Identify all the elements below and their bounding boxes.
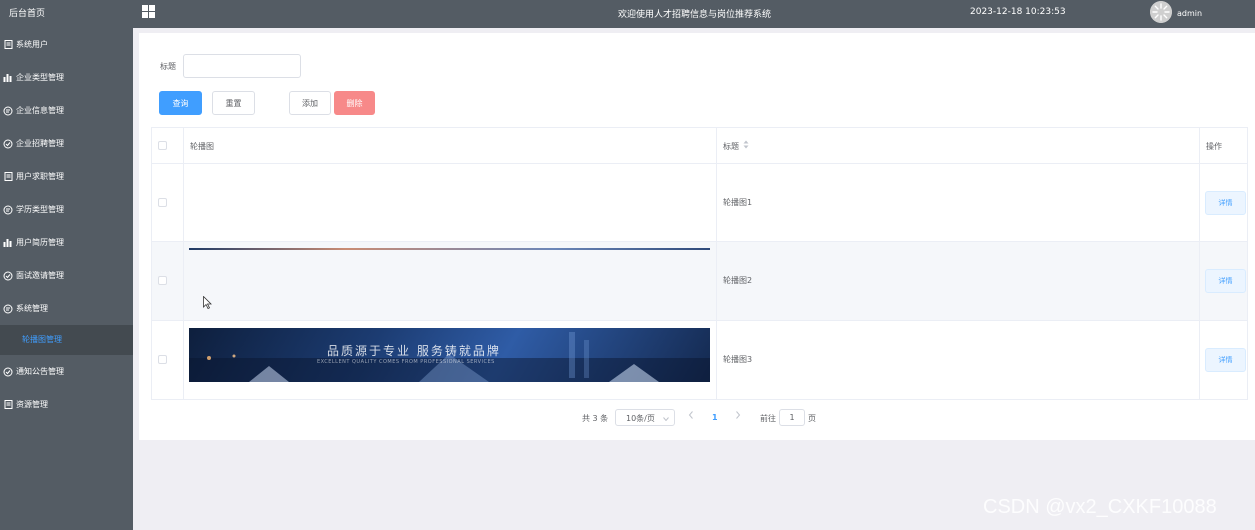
title-filter-input[interactable]: [183, 54, 301, 78]
sidebar-item-label: 用户求职管理: [16, 172, 64, 181]
sidebar-item-resources[interactable]: 资源管理: [0, 388, 133, 421]
sidebar-home[interactable]: 后台首页: [0, 0, 133, 28]
banner-title: 品质源于专业 服务铸就品牌: [327, 344, 501, 358]
username[interactable]: admin: [1177, 9, 1202, 18]
sidebar-item-label: 用户简历管理: [16, 238, 64, 247]
avatar[interactable]: [1150, 1, 1172, 23]
watermark: CSDN @vx2_CXKF10088: [983, 496, 1217, 518]
sidebar-item-label: 资源管理: [16, 400, 48, 409]
sidebar-item-system-users[interactable]: 系统用户: [0, 28, 133, 61]
sidebar-subitem-carousel[interactable]: 轮播图管理: [0, 325, 133, 355]
table-header-row: 轮播图 标题 操作: [152, 128, 1247, 164]
sort-icon[interactable]: [743, 140, 749, 152]
sidebar-item-notices[interactable]: 通知公告管理: [0, 355, 133, 388]
document-icon: [3, 40, 13, 50]
sidebar-item-job-seeking[interactable]: 用户求职管理: [0, 160, 133, 193]
next-page-icon[interactable]: [735, 411, 741, 421]
page-size-value: 10条/页: [626, 414, 655, 423]
carousel-image-3: 品质源于专业 服务铸就品牌 EXCELLENT QUALITY COMES FR…: [189, 328, 710, 382]
prev-page-icon[interactable]: [688, 411, 694, 421]
sidebar: 后台首页 系统用户 企业类型管理 企业信息管理 企业招聘管理 用户求职管理 学历…: [0, 0, 133, 530]
loading-avatar-icon: [1150, 1, 1172, 23]
chevron-down-icon: [663, 414, 669, 423]
document-icon: [3, 172, 13, 182]
row-title: 轮播图1: [723, 198, 753, 207]
sidebar-item-interview[interactable]: 面试邀请管理: [0, 259, 133, 292]
delete-button[interactable]: 删除: [334, 91, 375, 115]
detail-button[interactable]: 详情: [1205, 191, 1246, 215]
sidebar-item-label: 企业信息管理: [16, 106, 64, 115]
row-checkbox[interactable]: [158, 198, 167, 207]
document-icon: [3, 400, 13, 410]
check-circle-icon: [3, 271, 13, 281]
page-number-current[interactable]: 1: [712, 413, 718, 422]
welcome-text: 欢迎使用人才招聘信息与岗位推荐系统: [618, 10, 772, 20]
sidebar-item-label: 学历类型管理: [16, 205, 64, 214]
sidebar-item-system-management[interactable]: 系统管理: [0, 292, 133, 325]
carousel-table: 轮播图 标题 操作 轮播图1 详情 轮播图2 详情 品质源于专业 服务铸就品牌 …: [151, 127, 1248, 400]
query-button[interactable]: 查询: [159, 91, 202, 115]
table-row: 品质源于专业 服务铸就品牌 EXCELLENT QUALITY COMES FR…: [152, 321, 1247, 399]
row-checkbox[interactable]: [158, 355, 167, 364]
check-circle-icon: [3, 367, 13, 377]
detail-button[interactable]: 详情: [1205, 269, 1246, 293]
title-filter-label: 标题: [160, 62, 176, 71]
goto-page-input[interactable]: 1: [779, 409, 805, 426]
table-row: 轮播图1 详情: [152, 164, 1247, 242]
sidebar-item-label: 通知公告管理: [16, 367, 64, 376]
chat-icon: [3, 106, 13, 116]
row-title: 轮播图2: [723, 276, 753, 285]
bar-chart-icon: [3, 238, 13, 248]
chat-icon: [3, 205, 13, 215]
column-header-title[interactable]: 标题: [723, 141, 739, 152]
sidebar-item-label: 企业类型管理: [16, 73, 64, 82]
sidebar-item-company-type[interactable]: 企业类型管理: [0, 61, 133, 94]
main-content: 标题 查询 重置 添加 删除 轮播图 标题 操作 轮播图1 详情 轮播图2 详情…: [139, 33, 1255, 440]
page-size-select[interactable]: 10条/页: [615, 409, 675, 426]
reset-button[interactable]: 重置: [212, 91, 255, 115]
row-image-cell: 品质源于专业 服务铸就品牌 EXCELLENT QUALITY COMES FR…: [184, 321, 717, 399]
row-title: 轮播图3: [723, 355, 753, 364]
sidebar-item-label: 系统管理: [16, 304, 48, 313]
sidebar-item-recruitment[interactable]: 企业招聘管理: [0, 127, 133, 160]
carousel-image-2: [189, 248, 710, 250]
sidebar-item-label: 面试邀请管理: [16, 271, 64, 280]
menu-grid-icon[interactable]: [142, 5, 155, 18]
page-unit-label: 页: [808, 414, 816, 423]
pagination-total: 共 3 条: [582, 414, 609, 423]
add-button[interactable]: 添加: [289, 91, 331, 115]
sidebar-item-education-type[interactable]: 学历类型管理: [0, 193, 133, 226]
goto-label: 前往: [760, 414, 776, 423]
top-bar: 欢迎使用人才招聘信息与岗位推荐系统 2023-12-18 10:23:53 ad…: [133, 0, 1255, 28]
row-image-cell: [184, 164, 717, 241]
banner-subtitle: EXCELLENT QUALITY COMES FROM PROFESSIONA…: [317, 359, 495, 365]
bar-chart-icon: [3, 73, 13, 83]
sidebar-item-label: 系统用户: [16, 40, 48, 49]
check-circle-icon: [3, 139, 13, 149]
row-image-cell: [184, 242, 717, 320]
row-checkbox[interactable]: [158, 276, 167, 285]
sidebar-item-resume[interactable]: 用户简历管理: [0, 226, 133, 259]
mouse-cursor-icon: [203, 295, 212, 312]
column-header-actions: 操作: [1206, 142, 1222, 151]
chat-icon: [3, 304, 13, 314]
datetime: 2023-12-18 10:23:53: [970, 7, 1066, 17]
column-header-image: 轮播图: [190, 142, 214, 151]
sidebar-item-label: 企业招聘管理: [16, 139, 64, 148]
detail-button[interactable]: 详情: [1205, 348, 1246, 372]
table-row: 轮播图2 详情: [152, 242, 1247, 321]
sidebar-item-company-info[interactable]: 企业信息管理: [0, 94, 133, 127]
select-all-checkbox[interactable]: [158, 141, 167, 150]
